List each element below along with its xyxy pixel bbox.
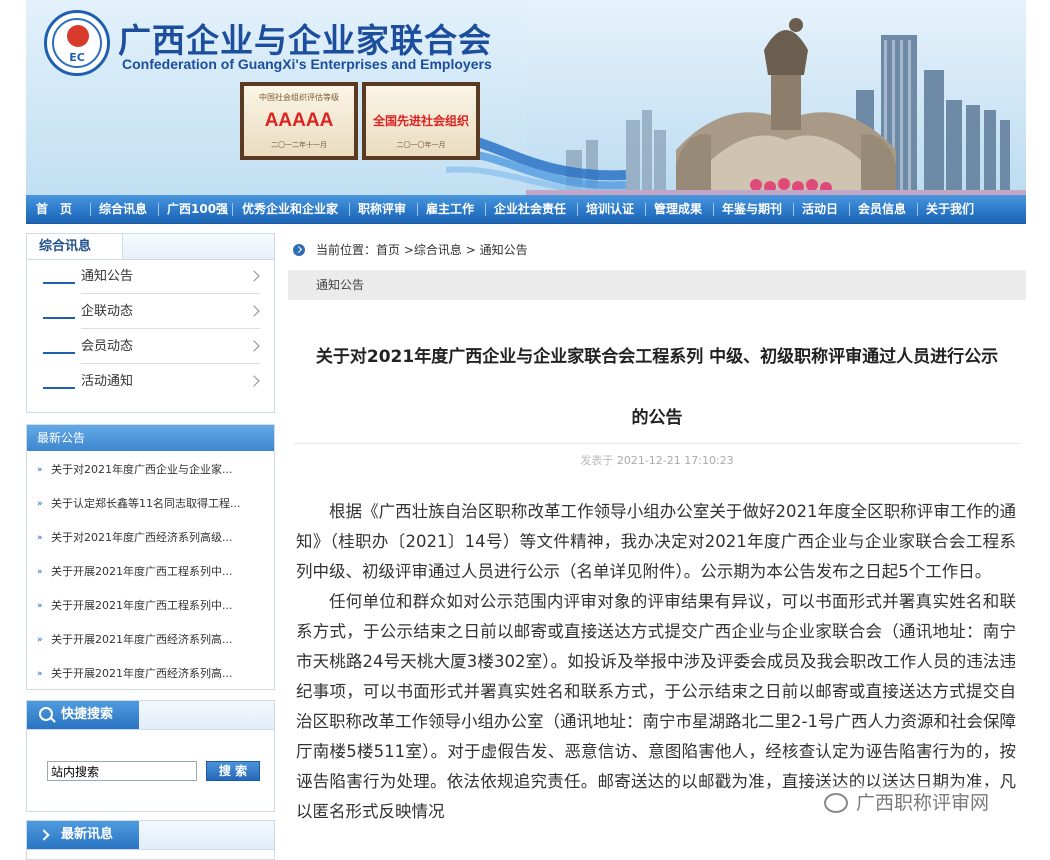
site-header: EC 广西企业与企业家联合会 Confederation of GuangXi'… xyxy=(26,0,1026,195)
breadcrumb: 当前位置：首页 >综合讯息 > 通知公告 xyxy=(288,236,1026,264)
nav-employer-work[interactable]: 雇主工作 xyxy=(426,195,474,223)
nav-about[interactable]: 关于我们 xyxy=(926,195,974,223)
award-plaque-aaaaa: 中国社会组织评估等级 AAAAA 二〇一二年十一月 xyxy=(240,82,358,160)
section-header: 通知公告 xyxy=(288,270,1026,300)
latest-item[interactable]: » 关于开展2021年度广西经济系列高... xyxy=(27,623,274,657)
sidebar-search-panel: 快捷搜索 搜 索 xyxy=(26,700,275,812)
latest-news-title: 最新讯息 xyxy=(27,821,139,849)
article-paragraph: 根据《广西壮族自治区职称改革工作领导小组办公室关于做好2021年度全区职称评审工… xyxy=(296,502,1016,581)
arrow-bullet-icon: » xyxy=(37,567,43,577)
nav-title-review[interactable]: 职称评审 xyxy=(358,195,406,223)
nav-news[interactable]: 综合讯息 xyxy=(99,195,147,223)
search-input[interactable] xyxy=(47,761,197,781)
sidebar-news-tab[interactable]: 综合讯息 xyxy=(27,234,123,259)
nav-social-responsibility[interactable]: 企业社会责任 xyxy=(494,195,566,223)
breadcrumb-notices[interactable]: 通知公告 xyxy=(480,243,528,257)
article-body: 根据《广西壮族自治区职称改革工作领导小组办公室关于做好2021年度全区职称评审工… xyxy=(296,497,1016,827)
nav-activity-day[interactable]: 活动日 xyxy=(802,195,838,223)
nav-training[interactable]: 培训认证 xyxy=(586,195,634,223)
chevron-right-icon xyxy=(248,305,260,317)
site-logo[interactable]: EC xyxy=(44,10,110,76)
latest-item[interactable]: » 关于开展2021年度广西工程系列中... xyxy=(27,555,274,589)
nav-top100[interactable]: 广西100强 xyxy=(167,195,228,223)
arrow-bullet-icon: » xyxy=(37,499,43,509)
latest-panel-title: 最新公告 xyxy=(27,425,274,451)
title-divider xyxy=(294,443,1020,444)
sidebar-item-notices[interactable]: 通知公告 xyxy=(27,260,274,294)
nav-management[interactable]: 管理成果 xyxy=(654,195,702,223)
sidebar-item-federation-news[interactable]: 企联动态 xyxy=(27,295,274,329)
nav-excellent-enterprises[interactable]: 优秀企业和企业家 xyxy=(242,195,338,223)
source-watermark: 广西职称评审网 xyxy=(816,786,1000,820)
search-button[interactable]: 搜 索 xyxy=(206,761,260,781)
latest-item[interactable]: » 关于对2021年度广西企业与企业家... xyxy=(27,453,274,487)
sidebar-latest-panel: 最新公告 » 关于对2021年度广西企业与企业家... » 关于认定郑长鑫等11名同… xyxy=(26,424,275,690)
latest-item[interactable]: » 关于开展2021年度广西经济系列高... xyxy=(27,657,274,691)
wechat-icon xyxy=(824,793,848,813)
nav-home[interactable]: 首 页 xyxy=(36,195,72,223)
arrow-bullet-icon: » xyxy=(37,635,43,645)
sidebar-latest-news-panel: 最新讯息 xyxy=(26,820,275,860)
chevron-right-icon xyxy=(248,375,260,387)
breadcrumb-arrow-icon xyxy=(293,244,305,256)
nav-members[interactable]: 会员信息 xyxy=(858,195,906,223)
sidebar-item-member-news[interactable]: 会员动态 xyxy=(27,330,274,364)
latest-item[interactable]: » 关于对2021年度广西经济系列高级... xyxy=(27,521,274,555)
arrow-bullet-icon: » xyxy=(37,465,43,475)
chevron-right-icon xyxy=(248,270,260,282)
search-panel-title: 快捷搜索 xyxy=(27,701,139,729)
search-icon xyxy=(39,707,53,721)
latest-item[interactable]: » 关于开展2021年度广西工程系列中... xyxy=(27,589,274,623)
arrow-bullet-icon: » xyxy=(37,601,43,611)
article-title: 关于对2021年度广西企业与企业家联合会工程系列 中级、初级职称评审通过人员进行… xyxy=(315,347,999,428)
logo-flame-icon xyxy=(67,25,89,47)
breadcrumb-news[interactable]: 综合讯息 xyxy=(414,243,462,257)
main-nav: 首 页 综合讯息 广西100强 优秀企业和企业家 职称评审 雇主工作 企业社会责… xyxy=(26,195,1026,224)
award-plaque-advanced-org: 全国先进社会组织 二〇一〇年一月 xyxy=(362,82,480,160)
breadcrumb-home[interactable]: 首页 xyxy=(376,243,400,257)
site-subtitle: Confederation of GuangXi's Enterprises a… xyxy=(122,56,492,72)
nav-yearbook[interactable]: 年鉴与期刊 xyxy=(722,195,782,223)
arrow-bullet-icon: » xyxy=(37,669,43,679)
latest-item[interactable]: » 关于认定郑长鑫等11名同志取得工程... xyxy=(27,487,274,521)
chevron-right-icon xyxy=(248,340,260,352)
arrow-bullet-icon: » xyxy=(37,533,43,543)
publish-date: 发表于 2021-12-21 17:10:23 xyxy=(580,454,734,467)
sidebar-news-panel: 综合讯息 通知公告 企联动态 会员动态 活动通知 xyxy=(26,233,275,413)
sidebar-item-activity-notices[interactable]: 活动通知 xyxy=(27,365,274,399)
chevron-right-icon xyxy=(38,829,50,841)
site-title: 广西企业与企业家联合会 xyxy=(118,21,492,60)
